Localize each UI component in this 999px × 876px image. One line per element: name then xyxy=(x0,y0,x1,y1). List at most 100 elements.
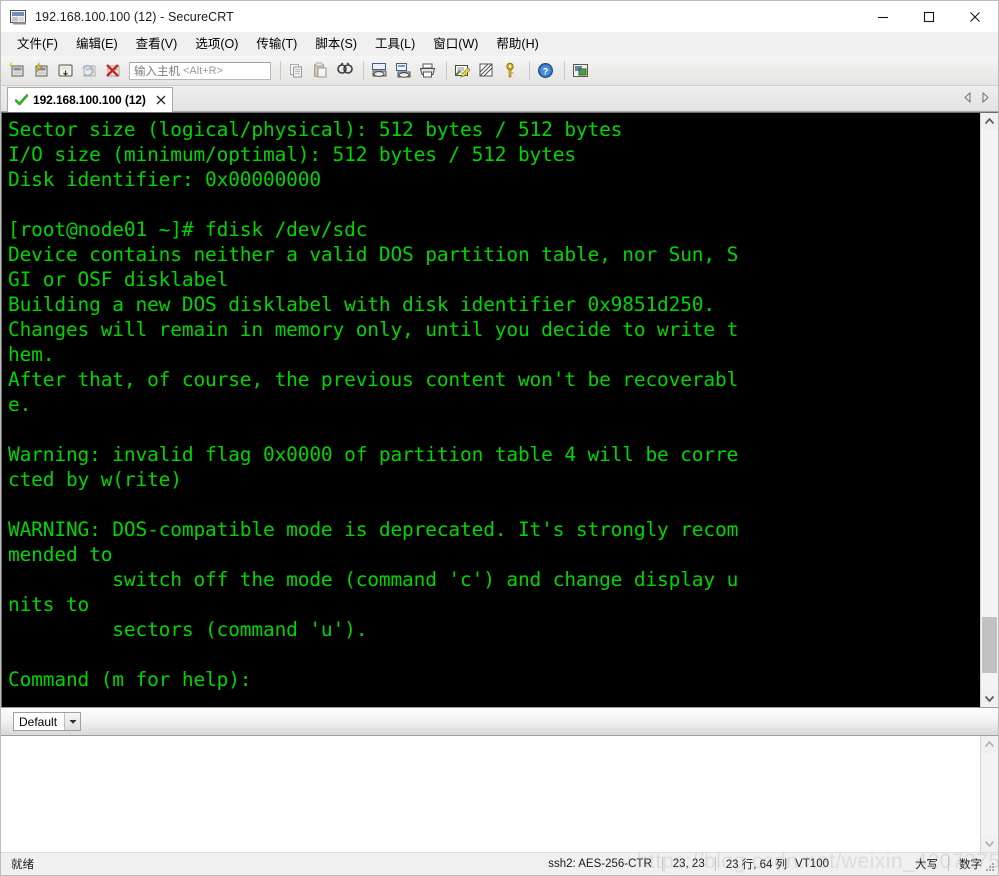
terminal-line: WARNING: DOS-compatible mode is deprecat… xyxy=(8,518,739,541)
status-emulation: VT100 xyxy=(795,858,829,870)
command-window-scrollbar-track[interactable] xyxy=(981,753,998,835)
terminal-line: Command (m for help): xyxy=(8,668,263,691)
menu-tools[interactable]: 工具(L) xyxy=(366,33,424,55)
menu-view[interactable]: 查看(V) xyxy=(127,33,187,55)
menu-file[interactable]: 文件(F) xyxy=(8,33,67,55)
close-button[interactable] xyxy=(952,1,998,32)
status-caps-indicator: 大写 xyxy=(915,859,938,871)
terminal-line: hem. xyxy=(8,343,55,366)
menu-window[interactable]: 窗口(W) xyxy=(424,33,487,55)
terminal-line: I/O size (minimum/optimal): 512 bytes / … xyxy=(8,143,576,166)
terminal-line: After that, of course, the previous cont… xyxy=(8,368,739,391)
menu-options[interactable]: 选项(O) xyxy=(186,33,247,55)
command-window-input[interactable] xyxy=(1,736,980,852)
terminal-line: GI or OSF disklabel xyxy=(8,268,229,291)
close-icon[interactable] xyxy=(156,94,166,107)
host-input[interactable]: 输入主机 <Alt+R> xyxy=(129,61,271,80)
menu-edit[interactable]: 编辑(E) xyxy=(67,33,127,55)
minimize-button[interactable] xyxy=(860,1,906,32)
tab-bar: 192.168.100.100 (12) xyxy=(1,86,998,112)
toolbar-separator xyxy=(446,61,447,80)
terminal-line: mended to xyxy=(8,543,113,566)
disconnect-icon[interactable] xyxy=(103,60,125,82)
key-icon[interactable] xyxy=(500,60,522,82)
terminal-line: [root@node01 ~]# fdisk /dev/sdc xyxy=(8,218,368,241)
chevron-left-icon[interactable] xyxy=(963,90,972,108)
menu-help[interactable]: 帮助(H) xyxy=(487,33,547,55)
securecrt-window: 192.168.100.100 (12) - SecureCRT 文件(F) 编… xyxy=(0,0,999,876)
command-window-scrollbar[interactable] xyxy=(980,736,998,852)
session-options-icon[interactable] xyxy=(452,60,474,82)
session-combo-value: Default xyxy=(19,714,58,729)
terminal-line: nits to xyxy=(8,593,90,616)
terminal-line: cted by w(rite) xyxy=(8,468,182,491)
connected-check-icon xyxy=(15,94,28,106)
toolbar: 输入主机 <Alt+R> ? xyxy=(1,56,998,86)
session-selector-bar: Default xyxy=(1,707,998,735)
terminal-line: Changes will remain in memory only, unti… xyxy=(8,318,739,341)
paste-icon[interactable] xyxy=(310,60,332,82)
terminal-line: Sector size (logical/physical): 512 byte… xyxy=(8,118,623,141)
terminal-scrollbar-thumb[interactable] xyxy=(982,617,997,674)
menu-script[interactable]: 脚本(S) xyxy=(306,33,366,55)
title-bar: 192.168.100.100 (12) - SecureCRT xyxy=(1,1,998,32)
print-icon[interactable] xyxy=(417,60,439,82)
status-separator xyxy=(714,857,716,871)
log-session-icon[interactable] xyxy=(369,60,391,82)
tile-windows-icon[interactable] xyxy=(570,60,592,82)
svg-text:?: ? xyxy=(543,66,549,76)
scroll-down-icon[interactable] xyxy=(981,690,998,707)
terminal-line: Device contains neither a valid DOS part… xyxy=(8,243,739,266)
session-combo[interactable]: Default xyxy=(13,712,82,731)
connect-session-icon[interactable] xyxy=(31,60,53,82)
status-separator xyxy=(948,857,949,871)
menu-transfer[interactable]: 传输(T) xyxy=(247,33,306,55)
window-controls xyxy=(860,1,998,32)
tab-label: 192.168.100.100 (12) xyxy=(33,93,146,107)
terminal-scrollbar-track[interactable] xyxy=(981,130,998,690)
terminal-scrollbar[interactable] xyxy=(980,113,998,707)
terminal-line: Disk identifier: 0x00000000 xyxy=(8,168,321,191)
terminal-line: e. xyxy=(8,393,32,416)
terminal-line: switch off the mode (command 'c') and ch… xyxy=(8,568,739,591)
find-icon[interactable] xyxy=(334,60,356,82)
status-protocol: ssh2: AES-256-CTR xyxy=(548,858,652,870)
tab-navigation xyxy=(963,90,998,111)
scroll-down-icon[interactable] xyxy=(981,835,998,852)
menu-bar: 文件(F) 编辑(E) 查看(V) 选项(O) 传输(T) 脚本(S) 工具(L… xyxy=(1,32,998,56)
terminal-line: Warning: invalid flag 0x0000 of partitio… xyxy=(8,443,739,466)
toolbar-separator xyxy=(529,61,530,80)
scroll-up-icon[interactable] xyxy=(981,113,998,130)
toggle-chat-icon[interactable] xyxy=(476,60,498,82)
status-separator xyxy=(661,857,663,871)
terminal-area: Sector size (logical/physical): 512 byte… xyxy=(1,112,998,707)
connect-local-shell-icon[interactable] xyxy=(55,60,77,82)
terminal-line: sectors (command 'u'). xyxy=(8,618,368,641)
tab-session-1[interactable]: 192.168.100.100 (12) xyxy=(7,87,173,112)
help-icon[interactable]: ? xyxy=(535,60,557,82)
toolbar-separator xyxy=(280,61,281,80)
resize-grip-icon[interactable] xyxy=(983,860,995,872)
status-num-indicator: 数字 xyxy=(959,859,982,871)
status-dimensions: 23 行, 64 列 xyxy=(725,859,788,871)
host-placeholder-shortcut: <Alt+R> xyxy=(183,64,224,77)
terminal-output[interactable]: Sector size (logical/physical): 512 byte… xyxy=(2,113,980,707)
toolbar-separator xyxy=(363,61,364,80)
status-cursor-position: 23, 23 xyxy=(672,858,705,870)
new-session-icon[interactable] xyxy=(7,60,29,82)
maximize-button[interactable] xyxy=(906,1,952,32)
print-screen-icon[interactable] xyxy=(393,60,415,82)
window-title: 192.168.100.100 (12) - SecureCRT xyxy=(35,9,234,24)
chevron-down-icon[interactable] xyxy=(64,713,81,730)
copy-icon[interactable] xyxy=(286,60,308,82)
scroll-up-icon[interactable] xyxy=(981,736,998,753)
reconnect-icon[interactable] xyxy=(79,60,101,82)
command-window-pane xyxy=(1,735,998,852)
chevron-right-icon[interactable] xyxy=(981,90,990,108)
status-bar: 就绪 ssh2: AES-256-CTR 23, 23 23 行, 64 列 V… xyxy=(1,852,998,875)
securecrt-icon xyxy=(10,9,27,25)
